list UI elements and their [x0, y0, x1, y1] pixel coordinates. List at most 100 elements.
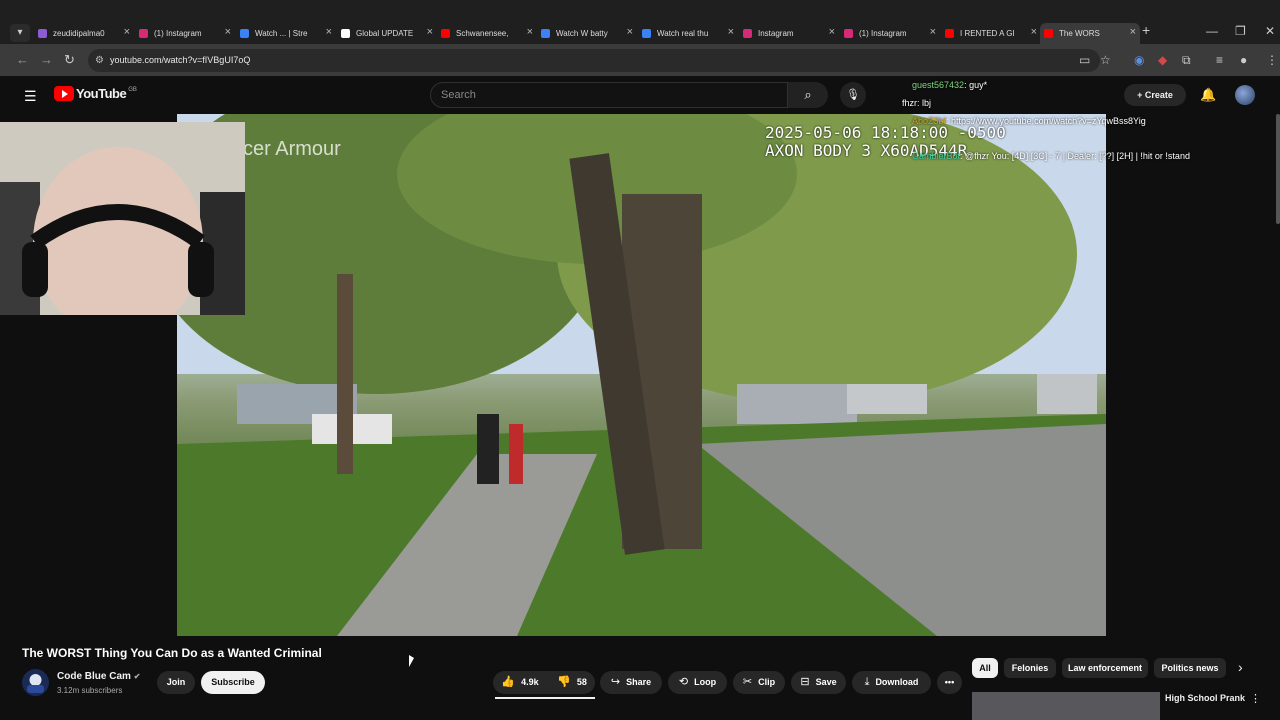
tab-favicon-icon: [844, 28, 853, 38]
share-label: Share: [626, 677, 652, 687]
download-button[interactable]: ⤓ Download: [852, 671, 931, 694]
search-button[interactable]: ⌕: [788, 82, 828, 108]
browser-tab[interactable]: Watch real thu ×: [638, 23, 738, 43]
browser-tab[interactable]: (1) Instagram ×: [135, 23, 235, 43]
tab-close-icon[interactable]: ×: [829, 26, 835, 38]
tab-close-icon[interactable]: ×: [326, 26, 332, 38]
hamburger-menu-icon[interactable]: ☰: [24, 88, 37, 105]
cast-icon[interactable]: ▭: [1079, 53, 1090, 67]
tab-close-icon[interactable]: ×: [225, 26, 231, 38]
tab-close-icon[interactable]: ×: [427, 26, 433, 38]
profile-icon[interactable]: ●: [1240, 53, 1247, 67]
browser-tab[interactable]: I RENTED A GI ×: [941, 23, 1041, 43]
minimize-icon[interactable]: —: [1206, 24, 1218, 38]
youtube-logo[interactable]: YouTube GB: [54, 86, 137, 101]
tab-favicon-icon: [38, 28, 47, 38]
create-button[interactable]: + Create: [1124, 84, 1186, 106]
thumbs-down-icon: 👎: [557, 676, 571, 688]
tab-close-icon[interactable]: ×: [124, 26, 130, 38]
subscriber-count: 3.12m subscribers: [57, 686, 123, 695]
extension-icon[interactable]: ◉: [1134, 53, 1144, 67]
tab-close-icon[interactable]: ×: [728, 26, 734, 38]
browser-tab[interactable]: Watch W batty ×: [537, 23, 637, 43]
browser-tab[interactable]: Global UPDATE ×: [337, 23, 437, 43]
chat-username: fhzr: [902, 98, 918, 108]
voice-search-button[interactable]: 🎙: [840, 82, 866, 108]
download-label: Download: [875, 677, 919, 687]
mouse-cursor-icon: [409, 655, 414, 667]
channel-name[interactable]: Code Blue Cam ✔: [57, 671, 140, 682]
notifications-bell-icon[interactable]: 🔔: [1200, 87, 1216, 103]
chat-text: : lbj: [917, 98, 932, 108]
chevron-right-icon[interactable]: ›: [1238, 659, 1243, 675]
media-icon[interactable]: ≡: [1216, 53, 1223, 67]
save-button[interactable]: ⊟ Save: [791, 671, 846, 694]
chip-felonies[interactable]: Felonies: [1004, 658, 1056, 678]
recommendation-title[interactable]: High School Prank: [1165, 693, 1245, 703]
tab-favicon-icon: [1044, 29, 1053, 38]
tab-favicon-icon: [743, 28, 752, 38]
timestamp-line-1: 2025-05-06 18:18:00 -0500: [765, 123, 1006, 142]
chat-text: : https://www.youtube.com/watch?v=zYqwBs…: [946, 116, 1146, 126]
clip-button[interactable]: ✂ Clip: [733, 671, 785, 694]
tab-title: zeudidipalma0: [53, 28, 105, 38]
tab-title: (1) Instagram: [154, 28, 202, 38]
search-input[interactable]: Search: [430, 82, 788, 108]
chip-law-enforcement[interactable]: Law enforcement: [1062, 658, 1148, 678]
tab-title: Schwanensee,: [456, 28, 509, 38]
like-count: 4.9k: [521, 677, 539, 687]
verified-icon: ✔: [133, 672, 141, 681]
reload-icon[interactable]: ↻: [64, 52, 75, 68]
restore-icon[interactable]: ❐: [1235, 24, 1246, 38]
video-frame-scene: [177, 114, 1106, 636]
more-actions-button[interactable]: •••: [937, 671, 962, 694]
close-window-icon[interactable]: ✕: [1265, 24, 1275, 38]
page-scrollbar[interactable]: [1276, 114, 1280, 224]
tab-search-button[interactable]: ▾: [10, 24, 30, 42]
loop-button[interactable]: ⟲ Loop: [668, 671, 727, 694]
extension-icon[interactable]: ◆: [1158, 53, 1167, 67]
new-tab-button[interactable]: +: [1142, 22, 1150, 38]
share-button[interactable]: ↪ Share: [600, 671, 662, 694]
tab-close-icon[interactable]: ×: [627, 26, 633, 38]
tab-favicon-icon: [441, 28, 450, 38]
tab-close-icon[interactable]: ×: [527, 26, 533, 38]
tab-favicon-icon: [240, 28, 249, 38]
browser-tab[interactable]: The WORS ×: [1040, 23, 1140, 44]
tab-close-icon[interactable]: ×: [930, 26, 936, 38]
chip-politics-news[interactable]: Politics news: [1154, 658, 1226, 678]
recommendation-thumbnail[interactable]: [972, 692, 1160, 720]
browser-tab[interactable]: zeudidipalma0 ×: [34, 23, 134, 43]
tab-close-icon[interactable]: ×: [1130, 26, 1136, 38]
tab-close-icon[interactable]: ×: [1031, 26, 1037, 38]
join-button[interactable]: Join: [157, 671, 195, 694]
thumbs-up-icon: 👍: [501, 676, 516, 688]
chip-all[interactable]: All: [972, 658, 998, 678]
browser-tab[interactable]: Schwanensee, ×: [437, 23, 537, 43]
microphone-icon: 🎙: [846, 89, 860, 101]
tab-favicon-icon: [341, 28, 350, 38]
share-icon: ↪: [610, 676, 621, 688]
bookmark-icon: ⊟: [800, 676, 810, 688]
chat-username: AboZ3bI: [912, 116, 947, 126]
dislike-count: 58: [576, 677, 587, 687]
menu-kebab-icon[interactable]: ⋮: [1266, 53, 1278, 67]
forward-icon[interactable]: →: [40, 52, 53, 67]
address-bar[interactable]: ⚙ youtube.com/watch?v=fIVBgUI7oQ: [88, 49, 1100, 72]
like-button[interactable]: 👍 4.9k: [493, 671, 547, 694]
subscribe-button[interactable]: Subscribe: [201, 671, 265, 694]
more-vertical-icon[interactable]: ⋮: [1250, 692, 1261, 705]
site-info-icon[interactable]: ⚙: [95, 49, 104, 72]
browser-tab[interactable]: (1) Instagram ×: [840, 23, 940, 43]
account-avatar[interactable]: [1235, 85, 1255, 105]
chat-username: guest567432: [912, 80, 965, 90]
chat-message: GamblerBot: @fhzr You: [4D] [3C] - 7 | D…: [912, 151, 1190, 161]
browser-tab[interactable]: Watch ... | Stre ×: [236, 23, 336, 43]
back-icon[interactable]: ←: [16, 52, 29, 67]
channel-avatar[interactable]: [22, 669, 49, 696]
browser-tab[interactable]: Instagram ×: [739, 23, 839, 43]
dislike-button[interactable]: 👎 58: [549, 671, 595, 694]
video-player[interactable]: [177, 114, 1106, 636]
extensions-puzzle-icon[interactable]: ⧉: [1182, 53, 1191, 68]
bookmark-star-icon[interactable]: ☆: [1100, 53, 1111, 67]
